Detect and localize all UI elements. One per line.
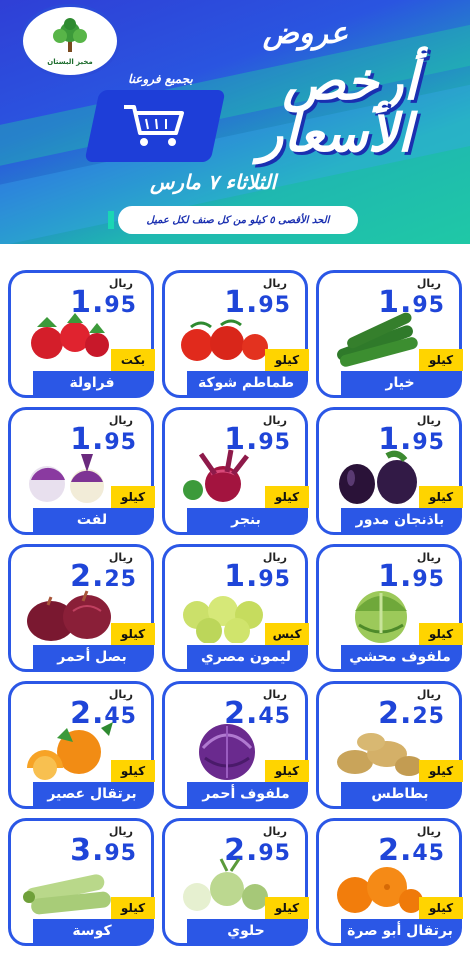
tree-icon [53,18,87,52]
product-name: ملفوف أحمر [187,782,305,806]
turnip-icon [29,454,104,503]
strawberry-icon [31,313,109,359]
product-card: ريال 1.95 كيس ليمون مصري [162,544,309,672]
kohlrabi-icon [183,858,268,911]
unit-badge: كيلو [419,760,463,782]
red-onion-icon [27,590,111,641]
product-name: بطاطس [341,782,459,806]
purchase-limit-note: الحد الأقصى ٥ كيلو من كل صنف لكل عميل [118,206,358,234]
potato-icon [337,733,423,776]
product-name: فراولة [33,371,151,395]
product-card: ريال 1.95 كيلو ملفوف محشي [316,544,463,672]
product-name: طماطم شوكة [187,371,305,395]
product-name: بنجر [187,508,305,532]
shopping-cart-icon [124,105,184,146]
product-card: ريال 2.45 كيلو ملفوف أحمر [162,681,309,809]
unit-badge: بكت [111,349,155,371]
product-card: ريال 3.95 كيلو كوسة [8,818,155,946]
product-card: ريال 1.95 كيلو طماطم شوكة [162,270,309,398]
title-line-1: أرخص [282,52,418,112]
product-name: برتقال أبو صرة [341,919,459,943]
product-card: ريال 2.45 كيلو برتقال أبو صرة [316,818,463,946]
unit-badge: كيلو [265,349,309,371]
unit-badge: كيلو [111,623,155,645]
unit-badge: كيس [265,623,309,645]
navel-orange-icon [337,867,423,913]
unit-badge: كيلو [111,897,155,919]
unit-badge: كيلو [419,349,463,371]
offers-word: عروض [262,16,348,51]
red-cabbage-icon [199,724,255,780]
product-name: بصل أحمر [33,645,151,669]
branches-text: بجميع فروعنا [128,72,193,86]
unit-badge: كيلو [419,486,463,508]
product-card: ريال 1.95 بكت فراولة [8,270,155,398]
unit-badge: كيلو [265,486,309,508]
product-name: ملفوف محشي [341,645,459,669]
product-name: باذنجان مدور [341,508,459,532]
cart-badge [84,90,226,162]
product-card: ريال 1.95 كيلو باذنجان مدور [316,407,463,535]
tomato-icon [181,319,268,361]
title-line-2: الأسعار [258,104,412,164]
unit-badge: كيلو [265,897,309,919]
offers-banner: مخبز البستان عروض أرخص الأسعار بجميع فرو… [0,0,470,244]
orange-icon [27,722,113,780]
product-card: ريال 2.45 كيلو برتقال عصير [8,681,155,809]
product-card: ريال 2.95 كيلو حلوي [162,818,309,946]
product-card: ريال 1.95 كيلو لفت [8,407,155,535]
logo-text: مخبز البستان [47,58,93,66]
lime-icon [183,596,263,643]
offer-date: الثلاثاء ٧ مارس [150,170,277,194]
product-name: حلوي [187,919,305,943]
product-card: ريال 1.95 كيلو بنجر [162,407,309,535]
unit-badge: كيلو [419,623,463,645]
cucumber-icon [337,312,418,367]
unit-badge: كيلو [111,486,155,508]
product-name: لفت [33,508,151,532]
unit-badge: كيلو [419,897,463,919]
unit-badge: كيلو [111,760,155,782]
zucchini-icon [23,874,111,915]
limit-bar-accent [108,211,114,229]
eggplant-icon [339,450,417,504]
store-logo: مخبز البستان [20,4,120,78]
beetroot-icon [183,449,249,502]
product-card: ريال 2.25 كيلو بصل أحمر [8,544,155,672]
product-card: ريال 2.25 كيلو بطاطس [316,681,463,809]
product-card: ريال 1.95 كيلو خيار [316,270,463,398]
product-name: كوسة [33,919,151,943]
product-name: خيار [341,371,459,395]
product-name: ليمون مصري [187,645,305,669]
product-name: برتقال عصير [33,782,151,806]
cabbage-icon [355,591,407,643]
unit-badge: كيلو [265,760,309,782]
